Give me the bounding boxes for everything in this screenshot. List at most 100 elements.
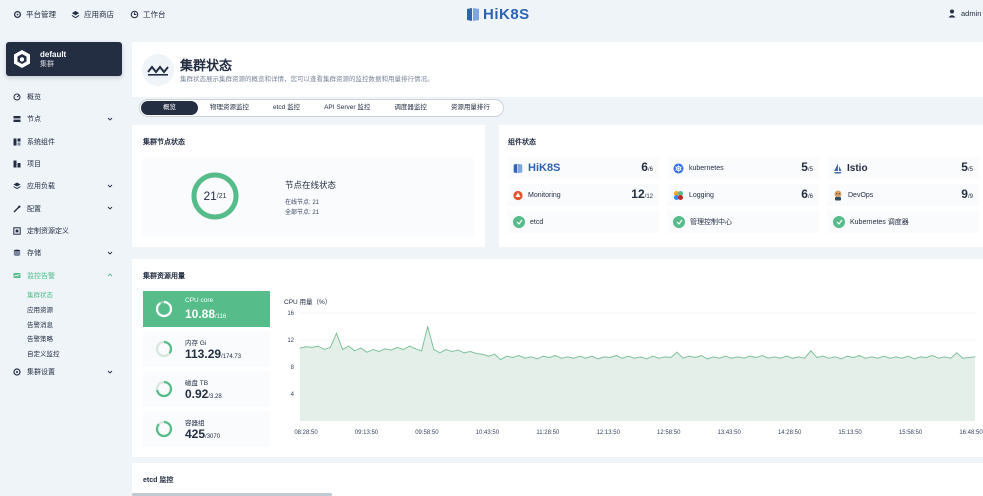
nav-workbench-label: 工作台 xyxy=(143,10,166,19)
sidebar-item-crd[interactable]: 定制资源定义 xyxy=(0,220,125,242)
y-tick-label: 12 xyxy=(287,338,294,344)
x-tick-label: 12:58:50 xyxy=(657,430,681,436)
node-online-label: 节点在线状态 xyxy=(285,180,337,190)
chevron-down-icon xyxy=(107,370,113,374)
app-logo[interactable]: HiK8S xyxy=(466,6,530,23)
resource-tile[interactable]: 容器组 425/3070 xyxy=(143,411,270,447)
component-name: HiK8S xyxy=(528,162,561,174)
component-tile[interactable]: Kubernetes 调度器 xyxy=(827,211,979,233)
component-tile[interactable]: Monitoring 12/12 xyxy=(507,184,659,206)
logging-icon xyxy=(674,190,683,200)
user-menu[interactable]: admin xyxy=(948,9,981,18)
cpu-data-point xyxy=(603,356,605,358)
cpu-data-point xyxy=(652,355,654,357)
component-tile[interactable]: kubernetes 5/5 xyxy=(667,157,819,179)
cpu-data-point xyxy=(859,355,860,356)
resource-value: 0.92/3.28 xyxy=(185,387,222,401)
cpu-data-point xyxy=(591,355,593,357)
component-tile[interactable]: 管理控制中心 xyxy=(667,211,819,233)
x-tick-label: 09:13:50 xyxy=(355,430,379,436)
sidebar-menu: 概览节点系统组件 项目 应用负载配置定制资源定义 存储 监控告警 集群状态 应用资源 告警消息… xyxy=(0,86,125,383)
component-tile[interactable]: DevOps 9/9 xyxy=(827,184,979,206)
cpu-data-point xyxy=(524,357,526,359)
cpu-data-point xyxy=(615,355,617,356)
cpu-data-point xyxy=(506,355,508,357)
check-icon xyxy=(673,216,685,228)
sidebar-item-workload[interactable]: 应用负载 xyxy=(0,175,125,197)
usage-ring xyxy=(155,420,173,438)
sidebar-subitem[interactable]: 告警消息 xyxy=(0,316,125,331)
cpu-series-area xyxy=(300,326,975,421)
user-icon xyxy=(948,9,956,18)
sidebar-item-label: 集群设置 xyxy=(27,368,55,376)
cpu-data-point xyxy=(384,348,386,350)
node-status-card: 集群节点状态 21/21 节点在线状态 在线节点: 21 全部节点: 21 xyxy=(132,125,485,247)
cpu-data-point xyxy=(938,357,939,359)
nav-platform-management[interactable]: 平台管理 xyxy=(13,9,56,20)
resource-tile[interactable]: 磁盘 TB 0.92/3.28 xyxy=(143,371,270,407)
cpu-data-point xyxy=(731,357,733,359)
tab-1[interactable]: 物理资源监控 xyxy=(198,101,261,115)
chevron-up-icon xyxy=(107,273,113,277)
cpu-data-point xyxy=(956,352,958,354)
sidebar-subitem[interactable]: 集群状态 xyxy=(0,287,125,302)
cpu-data-point xyxy=(573,357,575,359)
cpu-data-point xyxy=(323,349,325,350)
cpu-data-point xyxy=(755,357,757,358)
cpu-data-point xyxy=(530,356,532,358)
nav-workbench[interactable]: 工作台 xyxy=(130,9,166,20)
cpu-data-point xyxy=(342,349,344,350)
sidebar-subitem[interactable]: 告警策略 xyxy=(0,331,125,346)
sidebar-item-storage[interactable]: 存储 xyxy=(0,242,125,264)
etcd-monitor-title: etcd 监控 xyxy=(143,477,174,484)
tab-2[interactable]: etcd 监控 xyxy=(261,101,312,115)
x-tick-label: 10:43:50 xyxy=(476,430,500,436)
component-count: 6/6 xyxy=(801,187,813,201)
sidebar-item-project[interactable]: 项目 xyxy=(0,153,125,175)
cpu-data-point xyxy=(840,358,842,360)
cpu-data-point xyxy=(305,346,307,348)
kubernetes-icon xyxy=(673,163,684,173)
resource-label: CPU core xyxy=(185,297,214,304)
resource-value: 425/3070 xyxy=(185,427,221,441)
sidebar-item-settings[interactable]: 集群设置 xyxy=(0,361,125,383)
sidebar-item-label: 配置 xyxy=(27,205,41,213)
nav-app-store[interactable]: 应用商店 xyxy=(71,9,114,20)
tab-5[interactable]: 资源用量排行 xyxy=(439,101,502,115)
sidebar-item-monitor[interactable]: 监控告警 xyxy=(0,264,125,286)
sidebar-item-components[interactable]: 系统组件 xyxy=(0,131,125,153)
resource-label: 内存 Gi xyxy=(185,340,207,347)
resource-tile[interactable]: 内存 Gi 113.29/174.73 xyxy=(143,331,270,367)
sidebar-item-node[interactable]: 节点 xyxy=(0,108,125,130)
cpu-data-point xyxy=(457,349,459,351)
cpu-data-point xyxy=(481,353,483,355)
component-tile[interactable]: Istio 5/5 xyxy=(827,157,979,179)
tab-0[interactable]: 概览 xyxy=(141,101,198,115)
component-status-title: 组件状态 xyxy=(508,139,536,146)
component-tile[interactable]: Logging 6/6 xyxy=(667,184,819,206)
x-tick-label: 09:58:50 xyxy=(415,430,439,436)
cluster-status-icon xyxy=(142,54,174,86)
component-tile[interactable]: HiK8S 6/6 xyxy=(507,157,659,179)
cpu-data-point xyxy=(761,355,763,356)
cpu-data-point xyxy=(792,357,794,359)
component-tile[interactable]: etcd xyxy=(507,211,659,233)
cpu-data-point xyxy=(299,347,301,349)
cpu-data-point xyxy=(925,357,927,358)
cluster-selector[interactable]: default 集群 xyxy=(6,42,122,76)
resource-value: 113.29/174.73 xyxy=(185,347,242,361)
component-name: kubernetes xyxy=(689,164,724,172)
resource-value: 10.88/116 xyxy=(185,307,227,321)
cpu-data-point xyxy=(554,355,556,356)
y-tick-label: 8 xyxy=(291,365,295,371)
sidebar-item-label: 节点 xyxy=(27,116,41,124)
sidebar-subitem[interactable]: 应用资源 xyxy=(0,301,125,316)
tab-3[interactable]: API Server 监控 xyxy=(312,101,382,115)
sidebar-subitem[interactable]: 自定义监控 xyxy=(0,346,125,361)
sidebar-item-dashboard[interactable]: 概览 xyxy=(0,86,125,108)
resource-tile[interactable]: CPU core 10.88/116 xyxy=(143,291,270,327)
sidebar-item-config[interactable]: 配置 xyxy=(0,197,125,219)
cpu-data-point xyxy=(427,326,429,327)
tab-4[interactable]: 调度器监控 xyxy=(382,101,439,115)
usage-ring xyxy=(155,300,173,318)
